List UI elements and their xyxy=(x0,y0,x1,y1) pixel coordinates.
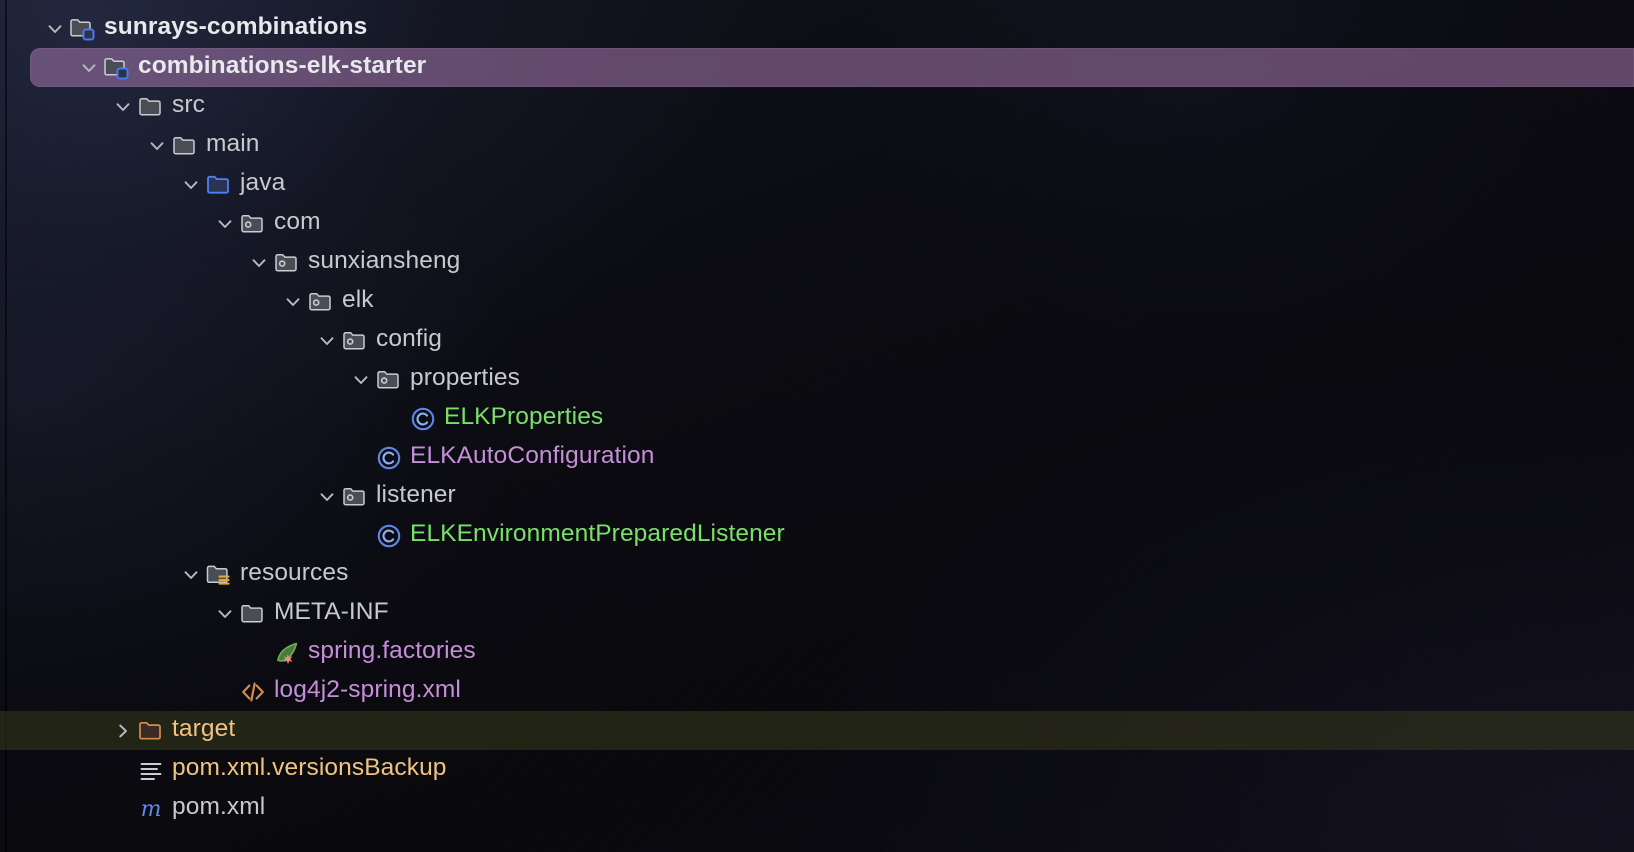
tree-row-label: META-INF xyxy=(274,598,389,626)
tree-row-background xyxy=(0,399,1634,438)
tree-arrow-placeholder xyxy=(348,523,374,549)
xml-file-icon xyxy=(238,677,268,707)
package-folder-icon xyxy=(306,287,336,317)
tree-row-label: pom.xml xyxy=(172,793,266,821)
folder-icon xyxy=(238,599,268,629)
tree-row-background xyxy=(0,477,1634,516)
chevron-down-icon[interactable] xyxy=(178,172,204,198)
tree-arrow-placeholder xyxy=(212,679,238,705)
chevron-down-icon[interactable] xyxy=(314,484,340,510)
tree-row-label: listener xyxy=(376,481,456,509)
tree-row-config[interactable]: config xyxy=(0,321,1634,360)
tree-row-resources[interactable]: resources xyxy=(0,555,1634,594)
project-tree-panel: sunrays-combinations combinations-elk-sta… xyxy=(0,0,1634,852)
package-folder-icon xyxy=(272,248,302,278)
tree-row-sunrays-combinations[interactable]: sunrays-combinations xyxy=(0,9,1634,48)
tree-row-background xyxy=(0,321,1634,360)
tree-arrow-placeholder xyxy=(246,640,272,666)
chevron-down-icon[interactable] xyxy=(110,94,136,120)
folder-icon xyxy=(136,92,166,122)
tree-row-background xyxy=(0,87,1634,126)
excluded-folder-icon xyxy=(136,716,166,746)
chevron-down-icon[interactable] xyxy=(212,211,238,237)
tree-arrow-placeholder xyxy=(348,445,374,471)
chevron-down-icon[interactable] xyxy=(144,133,170,159)
text-file-icon xyxy=(136,755,166,785)
svg-text:m: m xyxy=(141,797,162,822)
tree-row-com[interactable]: com xyxy=(0,204,1634,243)
tree-row-src[interactable]: src xyxy=(0,87,1634,126)
chevron-down-icon[interactable] xyxy=(212,601,238,627)
chevron-right-icon[interactable] xyxy=(110,718,136,744)
chevron-down-icon[interactable] xyxy=(314,328,340,354)
package-folder-icon xyxy=(238,209,268,239)
chevron-down-icon[interactable] xyxy=(246,250,272,276)
folder-icon xyxy=(170,131,200,161)
tree-row-java[interactable]: java xyxy=(0,165,1634,204)
tree-row-label: src xyxy=(172,91,205,119)
tree-arrow-placeholder xyxy=(382,406,408,432)
tree-row-META-INF[interactable]: META-INF xyxy=(0,594,1634,633)
tree-row-label: pom.xml.versionsBackup xyxy=(172,754,447,782)
tree-row-label: elk xyxy=(342,286,374,314)
tree-row-label: com xyxy=(274,208,321,236)
file-tree: sunrays-combinations combinations-elk-sta… xyxy=(0,0,1634,828)
tree-row-background xyxy=(0,516,1634,555)
tree-row-label: config xyxy=(376,325,442,353)
tree-arrow-placeholder xyxy=(110,757,136,783)
tree-row-label: target xyxy=(172,715,236,743)
tree-row-label: ELKProperties xyxy=(444,403,604,431)
tree-row-label: ELKEnvironmentPreparedListener xyxy=(410,520,785,548)
tree-row-label: spring.factories xyxy=(308,637,476,665)
tree-row-background xyxy=(0,438,1634,477)
tree-row-background xyxy=(0,711,1634,750)
chevron-down-icon[interactable] xyxy=(42,16,68,42)
tree-row-spring.factories[interactable]: spring.factories xyxy=(0,633,1634,672)
tree-row-pom.xml[interactable]: m pom.xml xyxy=(0,789,1634,828)
tree-row-ELKEnvironmentPreparedListener[interactable]: ELKEnvironmentPreparedListener xyxy=(0,516,1634,555)
maven-pom-icon: m xyxy=(136,794,166,824)
package-folder-icon xyxy=(374,365,404,395)
chevron-down-icon[interactable] xyxy=(348,367,374,393)
package-folder-icon xyxy=(340,482,370,512)
tree-row-sunxiansheng[interactable]: sunxiansheng xyxy=(0,243,1634,282)
tree-row-target[interactable]: target xyxy=(0,711,1634,750)
module-folder-icon xyxy=(68,14,98,44)
tree-row-label: combinations-elk-starter xyxy=(138,52,427,80)
tree-row-label: resources xyxy=(240,559,349,587)
tree-row-listener[interactable]: listener xyxy=(0,477,1634,516)
source-root-folder-icon xyxy=(204,170,234,200)
tree-row-background xyxy=(0,282,1634,321)
module-folder-icon xyxy=(102,53,132,83)
java-class-icon xyxy=(408,404,438,434)
tree-row-ELKAutoConfiguration[interactable]: ELKAutoConfiguration xyxy=(0,438,1634,477)
java-class-icon xyxy=(374,443,404,473)
resources-root-folder-icon xyxy=(204,560,234,590)
tree-row-elk[interactable]: elk xyxy=(0,282,1634,321)
tree-arrow-placeholder xyxy=(110,796,136,822)
tree-row-label: sunxiansheng xyxy=(308,247,461,275)
tree-row-properties[interactable]: properties xyxy=(0,360,1634,399)
tree-row-log4j2-spring.xml[interactable]: log4j2-spring.xml xyxy=(0,672,1634,711)
tree-row-label: ELKAutoConfiguration xyxy=(410,442,655,470)
tree-row-background xyxy=(0,360,1634,399)
spring-leaf-icon xyxy=(272,638,302,668)
chevron-down-icon[interactable] xyxy=(280,289,306,315)
tree-row-label: sunrays-combinations xyxy=(104,13,368,41)
chevron-down-icon[interactable] xyxy=(178,562,204,588)
package-folder-icon xyxy=(340,326,370,356)
tree-row-pom.xml.versionsBackup[interactable]: pom.xml.versionsBackup xyxy=(0,750,1634,789)
tree-row-label: properties xyxy=(410,364,520,392)
tree-row-combinations-elk-starter[interactable]: combinations-elk-starter xyxy=(0,48,1634,87)
chevron-down-icon[interactable] xyxy=(76,55,102,81)
java-class-icon xyxy=(374,521,404,551)
tree-row-label: log4j2-spring.xml xyxy=(274,676,461,704)
tree-row-label: java xyxy=(240,169,286,197)
tree-row-label: main xyxy=(206,130,260,158)
tree-row-ELKProperties[interactable]: ELKProperties xyxy=(0,399,1634,438)
tree-row-main[interactable]: main xyxy=(0,126,1634,165)
